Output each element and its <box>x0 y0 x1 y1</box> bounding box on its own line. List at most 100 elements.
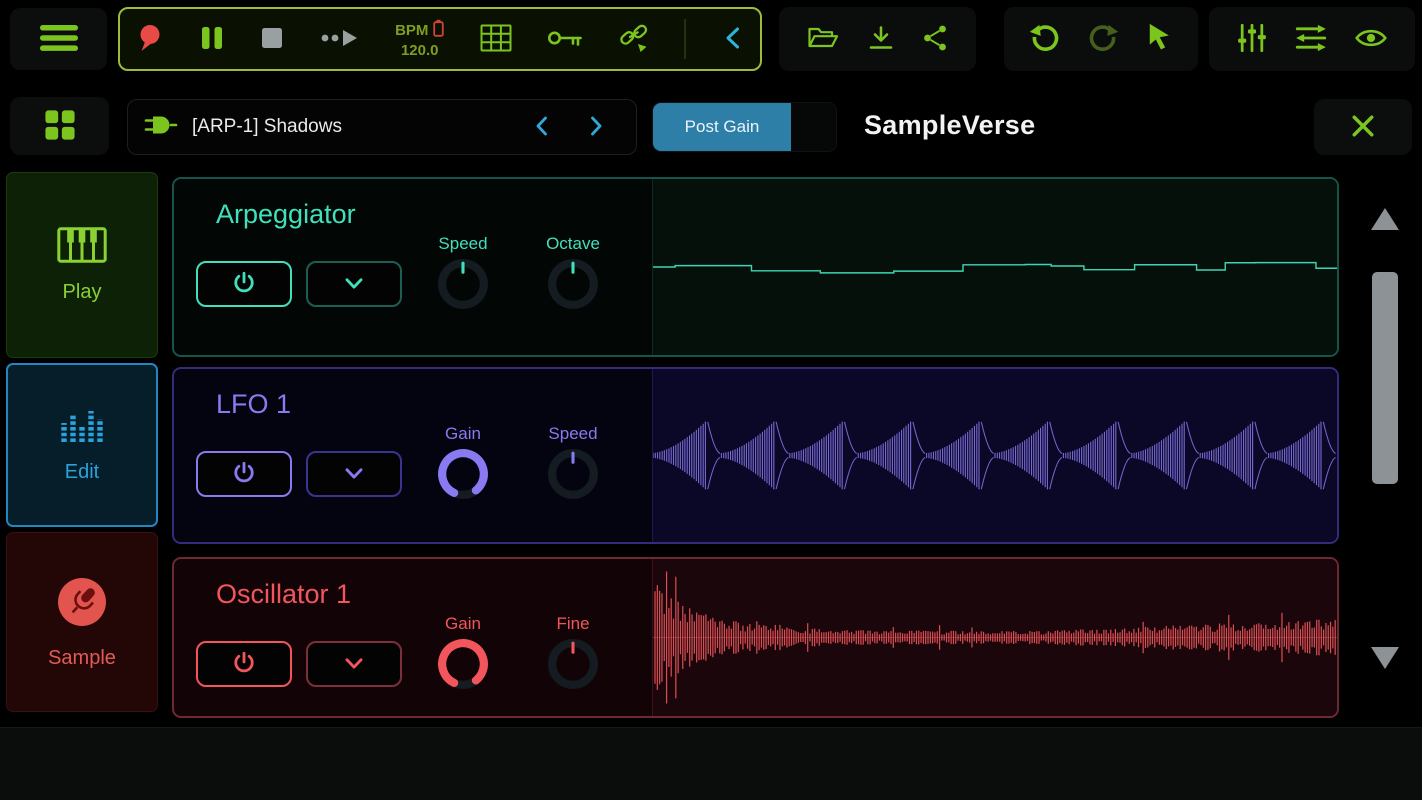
next-plugin-button[interactable] <box>586 114 606 141</box>
post-gain-active-segment[interactable]: Post Gain <box>653 103 791 151</box>
waveform <box>653 559 1337 716</box>
record-pin-icon <box>136 23 163 56</box>
mixer-lines-icon <box>1295 24 1327 55</box>
power-button[interactable] <box>196 451 292 497</box>
gain-knob[interactable] <box>434 635 492 693</box>
chevron-down-icon <box>341 650 367 679</box>
record-button[interactable] <box>136 23 163 56</box>
link-button[interactable] <box>619 22 649 57</box>
module-lfo-1: LFO 1 Gain Speed <box>172 367 1339 544</box>
close-button[interactable] <box>1314 99 1412 155</box>
sidebar-item-play[interactable]: Play <box>6 172 158 358</box>
chevron-down-icon <box>341 270 367 299</box>
undo-icon <box>1028 22 1062 57</box>
knob-label: Gain <box>445 614 481 634</box>
power-icon <box>231 650 257 679</box>
sidebar-item-sample[interactable]: Sample <box>6 532 158 712</box>
apps-button[interactable] <box>10 97 109 155</box>
knob-group: Speed <box>530 424 616 503</box>
scrollbar-thumb[interactable] <box>1372 272 1398 484</box>
module-title: Oscillator 1 <box>216 579 652 610</box>
share-icon <box>922 24 948 55</box>
knob-label: Speed <box>438 234 487 254</box>
triangle-up-icon <box>1370 219 1400 234</box>
power-button[interactable] <box>196 261 292 307</box>
speed-knob[interactable] <box>544 445 602 503</box>
knob-label: Fine <box>556 614 589 634</box>
bpm-display[interactable]: BPM 120.0 <box>395 19 444 59</box>
menu-button[interactable] <box>10 8 107 70</box>
sidebar-label: Play <box>63 281 102 304</box>
visibility-button[interactable] <box>1355 27 1387 52</box>
waveform-display[interactable] <box>652 559 1337 716</box>
equalizer-icon <box>59 407 105 446</box>
module-title: LFO 1 <box>216 389 652 420</box>
expand-button[interactable] <box>306 261 402 307</box>
module-title: Arpeggiator <box>216 199 652 230</box>
pause-icon <box>199 24 225 55</box>
knob-group: Octave <box>530 234 616 313</box>
redo-icon <box>1086 22 1120 57</box>
x-icon <box>1349 112 1377 143</box>
waveform-display[interactable] <box>652 369 1337 542</box>
plugin-selector[interactable]: [ARP-1] Shadows <box>127 99 637 155</box>
expand-button[interactable] <box>306 641 402 687</box>
power-icon <box>231 460 257 489</box>
file-button-group <box>779 7 976 71</box>
post-gain-inactive-segment[interactable] <box>791 103 836 151</box>
triangle-down-icon <box>1370 658 1400 673</box>
plugin-name: [ARP-1] Shadows <box>192 116 342 138</box>
power-button[interactable] <box>196 641 292 687</box>
module-controls: Oscillator 1 Gain Fine <box>174 559 652 716</box>
step-play-button[interactable] <box>320 26 360 53</box>
import-button[interactable] <box>867 25 895 54</box>
module-oscillator-1: Oscillator 1 Gain Fine <box>172 557 1339 718</box>
faders-button[interactable] <box>1237 23 1267 56</box>
sidebar-item-edit[interactable]: Edit <box>6 363 158 527</box>
waveform-display[interactable] <box>652 179 1337 355</box>
page-title: SampleVerse <box>864 110 1035 141</box>
stop-icon <box>260 26 284 53</box>
prev-plugin-button[interactable] <box>532 114 552 141</box>
mixer-button[interactable] <box>1295 24 1327 55</box>
octave-knob[interactable] <box>544 255 602 313</box>
open-project-button[interactable] <box>807 25 839 54</box>
chevron-left-icon <box>722 25 744 54</box>
scroll-down-button[interactable] <box>1370 646 1400 673</box>
scroll-up-button[interactable] <box>1370 207 1400 234</box>
expand-button[interactable] <box>306 451 402 497</box>
post-gain-toggle[interactable]: Post Gain <box>652 102 837 152</box>
sidebar-label: Sample <box>48 647 116 670</box>
view-button-group <box>1209 7 1415 71</box>
share-button[interactable] <box>922 24 948 55</box>
knob-group: Speed <box>420 234 506 313</box>
chevron-left-icon <box>532 114 552 141</box>
grid-button[interactable] <box>480 24 512 55</box>
battery-icon <box>433 19 444 41</box>
pointer-tool-button[interactable] <box>1144 22 1174 57</box>
folder-open-icon <box>807 25 839 54</box>
eye-icon <box>1355 27 1387 52</box>
bpm-value: 120.0 <box>401 42 439 59</box>
module-arpeggiator: Arpeggiator Speed Octave <box>172 177 1339 357</box>
waveform <box>653 369 1337 542</box>
undo-button[interactable] <box>1028 22 1062 57</box>
collapse-transport-button[interactable] <box>722 25 744 54</box>
module-controls: LFO 1 Gain Speed <box>174 369 652 542</box>
dots-play-icon <box>320 26 360 53</box>
module-controls: Arpeggiator Speed Octave <box>174 179 652 355</box>
grid-icon <box>480 24 512 55</box>
key-button[interactable] <box>547 28 583 51</box>
speed-knob[interactable] <box>434 255 492 313</box>
pause-button[interactable] <box>199 24 225 55</box>
plug-icon <box>144 112 178 143</box>
transport-divider <box>684 19 686 59</box>
redo-button[interactable] <box>1086 22 1120 57</box>
stop-button[interactable] <box>260 26 284 53</box>
fine-knob[interactable] <box>544 635 602 693</box>
transport-bar: BPM 120.0 <box>118 7 762 71</box>
knob-label: Speed <box>548 424 597 444</box>
cursor-icon <box>1144 22 1174 57</box>
piano-icon <box>57 227 107 266</box>
gain-knob[interactable] <box>434 445 492 503</box>
